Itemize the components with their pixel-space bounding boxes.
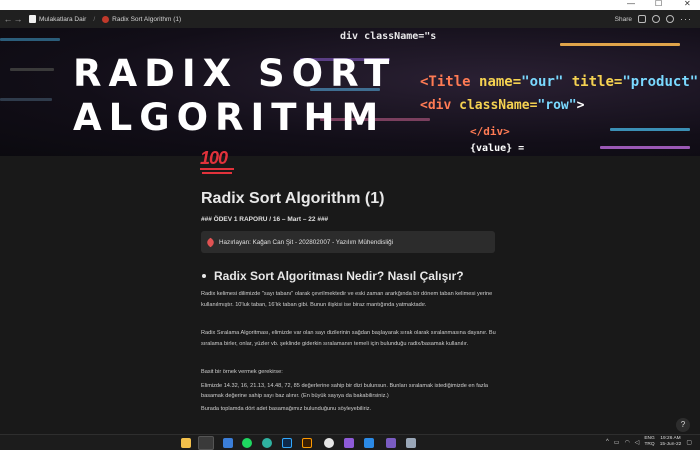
mail-icon[interactable] xyxy=(223,438,233,448)
window-title-bar: — ☐ ✕ xyxy=(0,0,700,10)
top-bar: ← → Mulakatlara Dair / Radix Sort Algori… xyxy=(0,10,700,28)
cover-code-line-1: div className="s xyxy=(340,31,437,42)
paragraph-example-intro: Basit bir örnek vermek gerekirse: xyxy=(201,369,283,375)
emoji-underline xyxy=(202,172,232,174)
taskbar: ^ ▭ ◠ ◁ ENG TRQ 19:26 AM 15-Jun-22 ▢ xyxy=(0,434,700,450)
top-bar-actions: Share ··· xyxy=(615,10,700,28)
code-tag: <div xyxy=(420,98,460,113)
clock[interactable]: 19:26 AM 15-Jun-22 xyxy=(660,436,682,448)
code-string: "our" xyxy=(521,74,572,90)
cover-title-line-1: RADIX SORT xyxy=(73,52,397,95)
cover-title-line-2: ALGORITHM xyxy=(73,96,386,139)
code-string: "product" xyxy=(622,74,699,90)
emoji-underline xyxy=(200,168,234,170)
cover-code-line-2: <Title name="our" title="product" xyxy=(420,74,698,90)
code-stripe xyxy=(610,128,690,131)
code-string: "row" xyxy=(537,98,577,113)
edge-icon[interactable] xyxy=(262,438,272,448)
bullet-icon xyxy=(202,274,206,278)
more-options-icon[interactable]: ··· xyxy=(680,14,692,24)
network-icon[interactable]: ▭ xyxy=(614,439,620,446)
code-stripe xyxy=(0,98,52,101)
hundred-points-icon[interactable]: 100 xyxy=(200,148,234,174)
page-emoji-icon xyxy=(102,15,110,23)
cover-code-line-4: </div> xyxy=(470,125,510,138)
visual-studio-icon[interactable] xyxy=(344,438,354,448)
code-plain: > xyxy=(576,98,585,113)
page-icon xyxy=(29,15,36,23)
code-stripe xyxy=(560,43,680,46)
help-button[interactable]: ? xyxy=(676,418,690,432)
paragraph-radix-algorithm: Radix Sıralama Algoritması, elimizde var… xyxy=(201,330,496,347)
language-indicator[interactable]: ENG TRQ xyxy=(644,436,654,448)
system-tray: ^ ▭ ◠ ◁ ENG TRQ 19:26 AM 15-Jun-22 ▢ xyxy=(606,436,692,448)
section-heading-text: Radix Sort Algoritması Nedir? Nasıl Çalı… xyxy=(214,269,464,283)
favorite-icon[interactable] xyxy=(666,15,674,23)
pushpin-icon xyxy=(205,237,216,247)
paragraph-radix-meaning: Radix kelimesi dilimizde "sayı tabanı" o… xyxy=(201,291,493,308)
code-tag: <Title xyxy=(420,74,480,90)
forward-arrow-icon[interactable]: → xyxy=(13,14,23,24)
cover-code-line-3: <div className="row"> xyxy=(420,98,584,113)
page-cover[interactable]: div className="s <Title name="our" title… xyxy=(0,28,700,156)
paragraph-example-values: Elimizde 14.32, 16, 21.13, 14.48, 72, 85… xyxy=(201,382,489,400)
code-attr: title= xyxy=(571,74,623,90)
illustrator-icon[interactable] xyxy=(302,438,312,448)
steam-icon[interactable] xyxy=(324,438,334,448)
maximize-icon[interactable]: ☐ xyxy=(655,0,662,8)
breadcrumb: Mulakatlara Dair / Radix Sort Algorithm … xyxy=(29,15,181,23)
callout-text: Hazırlayan: Kağan Can Şit - 202802007 - … xyxy=(219,238,394,246)
app-icon[interactable] xyxy=(386,438,396,448)
notifications-icon[interactable]: ▢ xyxy=(686,439,692,446)
close-icon[interactable]: ✕ xyxy=(684,0,691,8)
cover-code-line-5: {value} = xyxy=(470,143,525,154)
photoshop-icon[interactable] xyxy=(282,438,292,448)
author-callout: Hazırlayan: Kağan Can Şit - 202802007 - … xyxy=(201,231,495,253)
back-arrow-icon[interactable]: ← xyxy=(3,14,13,24)
language-bottom: TRQ xyxy=(644,442,655,447)
page-title[interactable]: Radix Sort Algorithm (1) xyxy=(201,190,501,208)
page-emoji-text: 100 xyxy=(200,148,228,168)
code-stripe xyxy=(0,38,60,41)
cover-title: RADIX SORT ALGORITHM xyxy=(73,52,396,140)
breadcrumb-separator: / xyxy=(93,15,96,23)
comments-icon[interactable] xyxy=(638,15,646,23)
paragraph-digit-count: Burada toplamda dört adet basamağımız bu… xyxy=(201,405,372,412)
app-icon[interactable] xyxy=(406,438,416,448)
share-button[interactable]: Share xyxy=(615,16,632,23)
breadcrumb-current[interactable]: Radix Sort Algorithm (1) xyxy=(112,16,181,23)
code-attr: className= xyxy=(459,98,538,113)
spotify-icon[interactable] xyxy=(242,438,252,448)
code-stripe xyxy=(10,68,54,71)
code-stripe xyxy=(600,146,690,149)
notion-taskbar-icon[interactable] xyxy=(198,436,214,450)
vscode-icon[interactable] xyxy=(364,438,374,448)
file-explorer-icon[interactable] xyxy=(181,438,191,448)
volume-icon[interactable]: ◁ xyxy=(635,439,640,446)
code-attr: name= xyxy=(479,74,522,90)
breadcrumb-parent[interactable]: Mulakatlara Dair xyxy=(39,16,86,23)
wifi-icon[interactable]: ◠ xyxy=(624,439,629,446)
updates-clock-icon[interactable] xyxy=(652,15,660,23)
page-content: Radix Sort Algorithm (1) ### ÖDEV 1 RAPO… xyxy=(201,190,501,414)
minimize-icon[interactable]: — xyxy=(627,0,635,8)
notion-app: ← → Mulakatlara Dair / Radix Sort Algori… xyxy=(0,10,700,434)
clock-date: 15-Jun-22 xyxy=(659,442,682,447)
report-subtitle: ### ÖDEV 1 RAPORU / 16 – Mart – 22 ### xyxy=(201,216,329,223)
section-heading: Radix Sort Algoritması Nedir? Nasıl Çalı… xyxy=(201,269,501,283)
chevron-up-icon[interactable]: ^ xyxy=(606,439,609,445)
